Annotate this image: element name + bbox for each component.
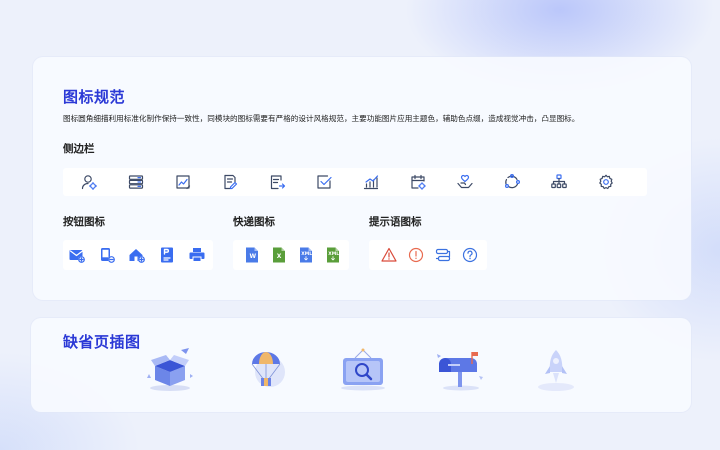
button-icons-title: 按钮图标: [63, 216, 105, 228]
section-title-empty-state: 缺省页插图: [63, 333, 141, 351]
mailbox-illustration: [433, 346, 487, 392]
xml-badge-blue: XML: [301, 251, 312, 257]
sidebar-section-title: 侧边栏: [63, 143, 95, 155]
xml-badge-green: XML: [328, 251, 339, 257]
xml-file-green-icon[interactable]: XML: [324, 246, 342, 264]
parking-card-icon[interactable]: [158, 246, 176, 264]
house-add-icon[interactable]: [128, 246, 146, 264]
printer-icon[interactable]: [188, 246, 206, 264]
gear-icon[interactable]: [597, 173, 615, 191]
section-title-icon-spec: 图标规范: [63, 88, 126, 106]
refresh-cycle-icon[interactable]: [503, 173, 521, 191]
error-circle-icon[interactable]: [407, 246, 425, 264]
open-box-illustration: [143, 346, 197, 392]
rocket-illustration: [529, 346, 583, 392]
express-icon-strip: W X XML XML: [233, 240, 349, 270]
user-settings-icon[interactable]: [80, 173, 98, 191]
document-edit-icon[interactable]: [221, 173, 239, 191]
device-remove-icon[interactable]: [98, 246, 116, 264]
mail-add-icon[interactable]: [68, 246, 86, 264]
checkbox-icon[interactable]: [315, 173, 333, 191]
parachute-box-illustration: [240, 346, 294, 392]
button-icon-strip: [63, 240, 213, 270]
warning-triangle-icon[interactable]: [380, 246, 398, 264]
empty-state-card: 缺省页插图: [31, 318, 691, 412]
icon-spec-description: 图标圆角细描利用标准化制作保持一致性，同模块的图标需要有严格的设计风格规范，主要…: [63, 114, 580, 123]
word-badge: W: [250, 253, 257, 260]
excel-file-icon[interactable]: X: [270, 246, 288, 264]
server-list-icon[interactable]: [127, 173, 145, 191]
word-file-icon[interactable]: W: [243, 246, 261, 264]
hand-care-icon[interactable]: [456, 173, 474, 191]
hint-icons-title: 提示语图标: [369, 216, 422, 228]
bar-chart-icon[interactable]: [362, 173, 380, 191]
chart-document-icon[interactable]: [174, 173, 192, 191]
xml-file-blue-icon[interactable]: XML: [297, 246, 315, 264]
sidebar-icon-strip: [63, 168, 647, 196]
route-icon[interactable]: [434, 246, 452, 264]
search-board-illustration: [336, 346, 390, 392]
document-export-icon[interactable]: [268, 173, 286, 191]
org-chart-icon[interactable]: [550, 173, 568, 191]
icon-spec-card: 图标规范 图标圆角细描利用标准化制作保持一致性，同模块的图标需要有严格的设计风格…: [33, 57, 691, 300]
excel-badge: X: [277, 253, 282, 260]
calendar-settings-icon[interactable]: [409, 173, 427, 191]
help-circle-icon[interactable]: [461, 246, 479, 264]
express-icons-title: 快递图标: [233, 216, 275, 228]
hint-icon-strip: [369, 240, 487, 270]
